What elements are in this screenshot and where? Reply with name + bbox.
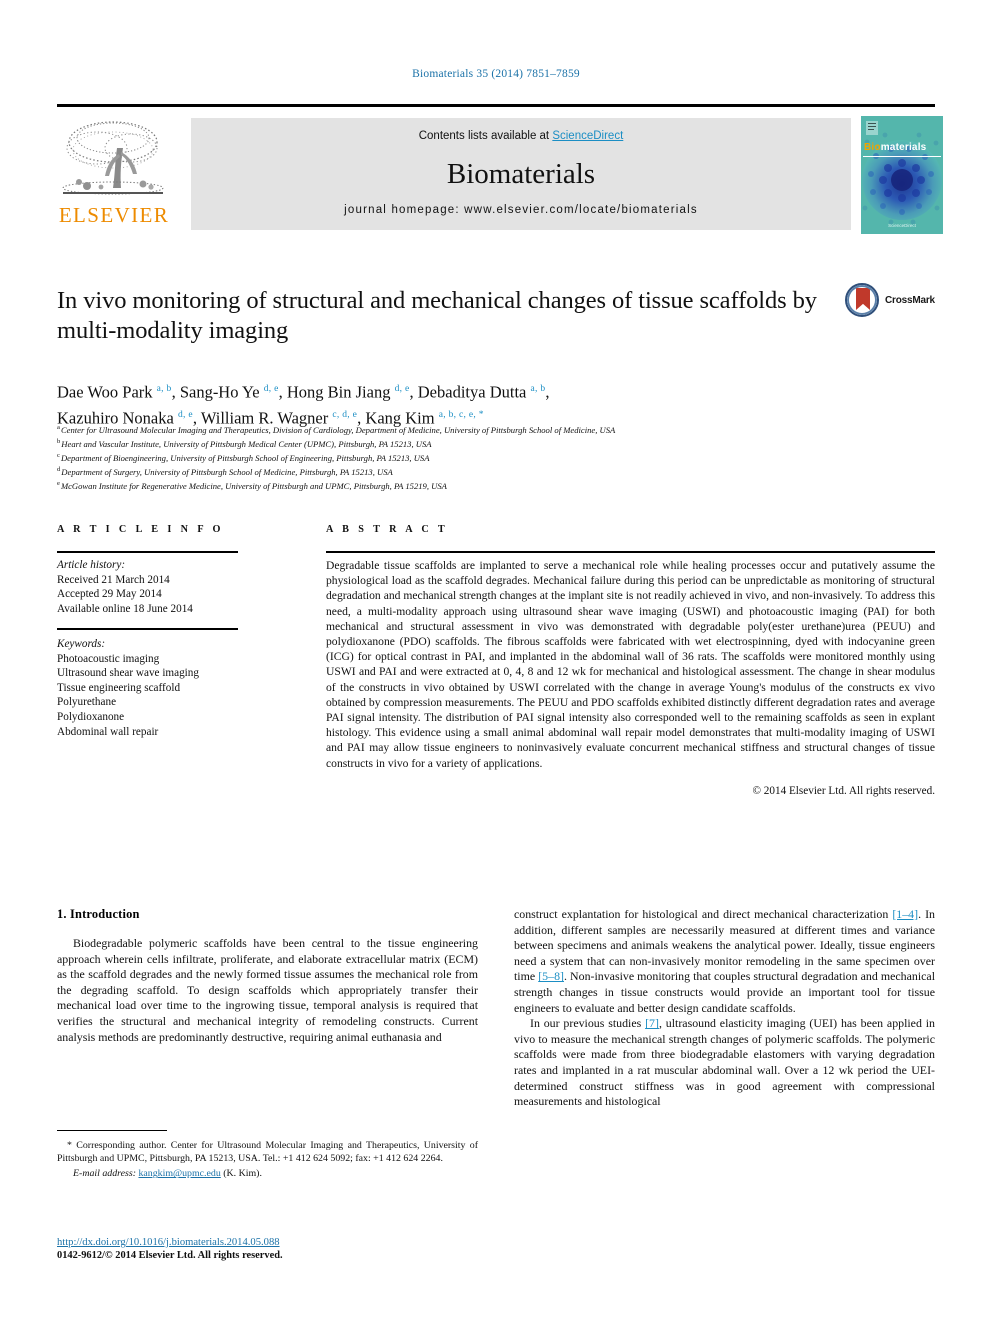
affiliation-text: Heart and Vascular Institute, University…	[61, 438, 432, 449]
journal-homepage-line[interactable]: journal homepage: www.elsevier.com/locat…	[191, 204, 851, 216]
author-2: , Sang-Ho Ye	[171, 382, 264, 402]
email-owner: (K. Kim).	[220, 1168, 262, 1180]
abstract-text: Degradable tissue scaffolds are implante…	[326, 559, 935, 770]
affiliation-text: McGowan Institute for Regenerative Medic…	[60, 481, 447, 492]
section-heading-introduction: 1. Introduction	[57, 907, 140, 921]
masthead-top-rule	[57, 104, 935, 107]
cover-title-underline	[863, 156, 941, 157]
keywords-label: Keywords:	[57, 637, 106, 650]
article-info-block: Article history: Received 21 March 2014 …	[57, 558, 257, 739]
footnote-body: Corresponding author. Center for Ultraso…	[57, 1140, 478, 1164]
affiliation-text: Center for Ultrasound Molecular Imaging …	[60, 424, 616, 435]
intro-paragraph-2: construct explantation for histological …	[514, 907, 935, 1016]
article-info-divider	[57, 628, 238, 630]
sciencedirect-link[interactable]: ScienceDirect	[552, 130, 623, 142]
crossmark-icon[interactable]	[845, 283, 879, 317]
body-column-left: 1. Introduction Biodegradable polymeric …	[57, 907, 478, 1045]
doi-footer: http://dx.doi.org/10.1016/j.biomaterials…	[57, 1236, 517, 1263]
affiliation-mark: b	[57, 438, 61, 446]
corresponding-author-footnote: * Corresponding author. Center for Ultra…	[57, 1130, 478, 1181]
elsevier-wordmark: ELSEVIER	[58, 203, 170, 227]
doi-link[interactable]: http://dx.doi.org/10.1016/j.biomaterials…	[57, 1237, 280, 1248]
journal-cover-thumbnail: Biomaterials ScienceDirect	[861, 116, 943, 234]
cover-title-rest: materials	[880, 142, 927, 153]
title-block: In vivo monitoring of structural and mec…	[57, 286, 827, 346]
author-line1-end: ,	[545, 382, 550, 402]
issn-copyright-line: 0142-9612/© 2014 Elsevier Ltd. All right…	[57, 1250, 283, 1262]
journal-title: Biomaterials	[446, 158, 596, 190]
affiliation-item: cDepartment of Bioengineering, Universit…	[57, 450, 857, 464]
crossmark-ring	[847, 285, 877, 315]
paper-page: Biomaterials 35 (2014) 7851–7859 ELSEVIE…	[0, 0, 992, 1323]
author-6-affil[interactable]: c, d, e	[332, 410, 357, 420]
page-title: In vivo monitoring of structural and mec…	[57, 287, 817, 344]
intro-paragraph-1: Biodegradable polymeric scaffolds have b…	[57, 936, 478, 1044]
intro-p2-part-c: . Non-invasive monitoring that couples s…	[514, 969, 935, 1015]
article-accepted-date: Accepted 29 May 2014	[57, 588, 162, 601]
affiliation-list: aCenter for Ultrasound Molecular Imaging…	[57, 422, 857, 492]
abstract-copyright: © 2014 Elsevier Ltd. All rights reserved…	[752, 784, 936, 797]
article-info-rule	[57, 551, 238, 553]
author-4-affil[interactable]: a, b	[530, 384, 545, 394]
article-received-date: Received 21 March 2014	[57, 573, 170, 586]
contents-available-line: Contents lists available at ScienceDirec…	[191, 130, 851, 142]
keyword-item: Abdominal wall repair	[57, 725, 159, 738]
cover-publisher-icon	[866, 121, 878, 135]
citation-ref-5-8[interactable]: [5–8]	[538, 969, 564, 983]
elsevier-logo: ELSEVIER	[57, 118, 175, 230]
affiliation-mark: c	[57, 452, 60, 460]
crossmark-badge-group[interactable]: CrossMark	[845, 283, 943, 317]
article-info-header: A R T I C L E I N F O	[57, 524, 224, 535]
abstract-header: A B S T R A C T	[326, 524, 449, 535]
affiliation-text: Department of Surgery, University of Pit…	[61, 467, 393, 478]
author-2-affil[interactable]: d, e	[264, 384, 279, 394]
affiliation-mark: a	[57, 424, 60, 431]
journal-masthead: ELSEVIER Contents lists available at Sci…	[57, 104, 943, 234]
affiliation-item: aCenter for Ultrasound Molecular Imaging…	[57, 422, 857, 436]
footnote-email-line: E-mail address: kangkim@upmc.edu (K. Kim…	[57, 1168, 478, 1181]
citation-ref-7[interactable]: [7]	[645, 1016, 659, 1030]
author-3: , Hong Bin Jiang	[278, 382, 395, 402]
citation-ref-1-4[interactable]: [1–4]	[892, 907, 918, 921]
article-available-date: Available online 18 June 2014	[57, 602, 193, 615]
article-history-label: Article history:	[57, 559, 126, 571]
author-7-affil[interactable]: a, b, c, e, *	[439, 410, 484, 420]
author-5-affil[interactable]: d, e	[178, 410, 193, 420]
cover-journal-title: Biomaterials	[864, 142, 926, 153]
author-1: Dae Woo Park	[57, 382, 157, 402]
author-3-affil[interactable]: d, e	[395, 384, 410, 394]
author-1-affil[interactable]: a, b	[157, 384, 172, 394]
masthead-gray-band: Contents lists available at ScienceDirec…	[191, 118, 851, 230]
affiliation-item: bHeart and Vascular Institute, Universit…	[57, 436, 857, 450]
footnote-rule	[57, 1130, 167, 1132]
cover-footer-label: ScienceDirect	[888, 223, 916, 228]
elsevier-tree-icon	[57, 118, 169, 204]
cover-title-bio: Bio	[864, 142, 881, 153]
affiliation-text: Department of Bioengineering, University…	[60, 452, 430, 463]
affiliation-mark: d	[57, 466, 61, 474]
affiliation-mark: e	[57, 480, 60, 488]
keyword-item: Tissue engineering scaffold	[57, 681, 181, 694]
intro-p3-part-a: In our previous studies	[530, 1016, 646, 1031]
abstract-block: Degradable tissue scaffolds are implante…	[326, 558, 935, 799]
affiliation-item: dDepartment of Surgery, University of Pi…	[57, 464, 857, 478]
keyword-item: Polydioxanone	[57, 710, 125, 723]
footnote-text: * Corresponding author. Center for Ultra…	[57, 1140, 478, 1165]
email-address-label: E-mail address:	[73, 1168, 136, 1180]
running-head: Biomaterials 35 (2014) 7851–7859	[412, 68, 580, 80]
abstract-rule	[326, 551, 935, 553]
intro-paragraph-3: In our previous studies [7], ultrasound …	[514, 1016, 935, 1110]
keyword-item: Photoacoustic imaging	[57, 652, 160, 665]
author-4: , Debaditya Dutta	[409, 382, 531, 402]
affiliation-item: eMcGowan Institute for Regenerative Medi…	[57, 478, 857, 492]
body-column-right: construct explantation for histological …	[514, 907, 935, 1110]
crossmark-label: CrossMark	[885, 295, 935, 306]
keyword-item: Ultrasound shear wave imaging	[57, 667, 199, 680]
contents-prefix: Contents lists available at	[418, 130, 553, 142]
email-link[interactable]: kangkim@upmc.edu	[138, 1168, 220, 1179]
keyword-item: Polyurethane	[57, 696, 117, 709]
intro-p2-part-a: construct explantation for histological …	[514, 907, 893, 921]
